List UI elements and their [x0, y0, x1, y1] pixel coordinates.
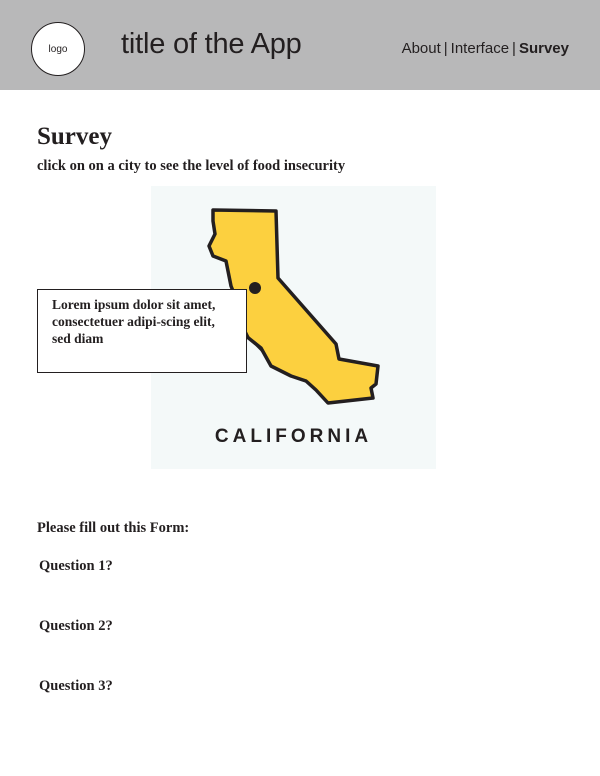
nav-separator: | — [512, 40, 516, 57]
question-1: Question 1? — [39, 558, 113, 574]
page-title: Survey — [37, 123, 112, 150]
logo[interactable]: logo — [31, 22, 85, 76]
question-2: Question 2? — [39, 618, 113, 634]
city-tooltip: Lorem ipsum dolor sit amet, consectetuer… — [37, 289, 247, 373]
nav-link-about[interactable]: About — [402, 40, 441, 57]
question-3: Question 3? — [39, 678, 113, 694]
top-nav: About | Interface | Survey — [402, 40, 569, 57]
page-subtitle: click on on a city to see the level of f… — [37, 158, 346, 174]
app-title: title of the App — [121, 28, 302, 60]
nav-link-survey[interactable]: Survey — [519, 40, 569, 57]
form-intro: Please fill out this Form: — [37, 520, 190, 536]
nav-separator: | — [443, 40, 448, 57]
logo-text: logo — [48, 43, 68, 55]
map-label: CALIFORNIA — [214, 426, 373, 447]
app-header: logo title of the App About | Interface | Su… — [0, 0, 600, 90]
nav-link-interface[interactable]: Interface — [451, 40, 509, 57]
city-marker[interactable] — [249, 282, 261, 294]
tooltip-text: Lorem ipsum dolor sit amet, consectetuer… — [52, 297, 216, 346]
